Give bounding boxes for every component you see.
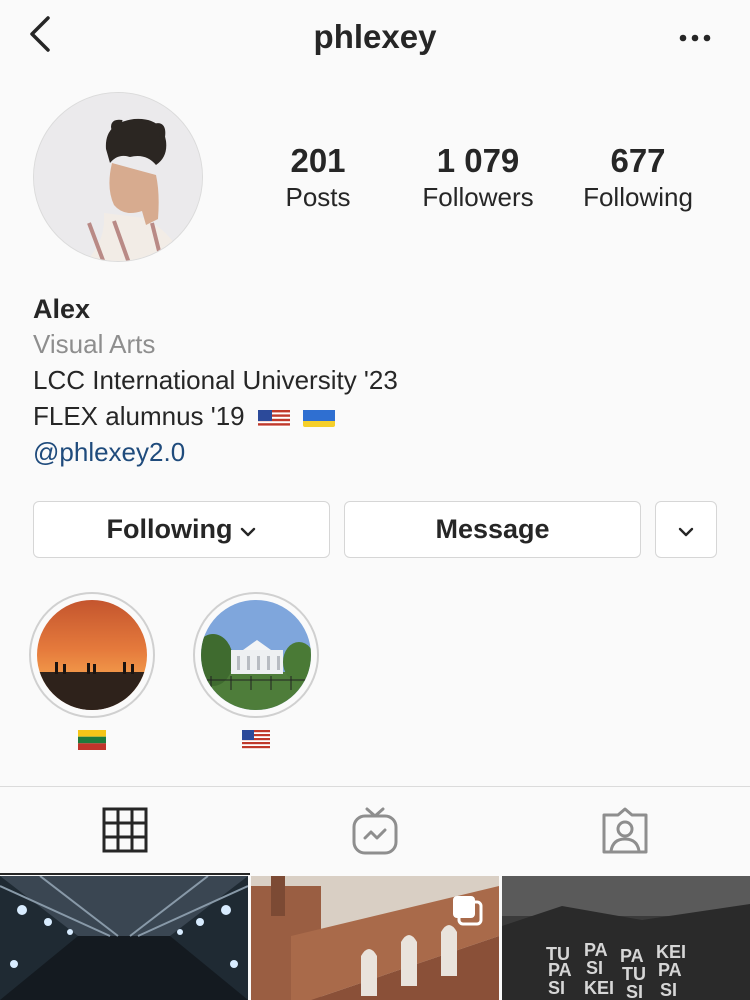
- bio-line-flex-text: FLEX alumnus '19: [33, 401, 245, 431]
- svg-text:SI: SI: [548, 978, 565, 998]
- following-button[interactable]: Following: [33, 501, 330, 558]
- story-highlight-usa[interactable]: [193, 592, 319, 754]
- svg-text:PA: PA: [584, 940, 608, 960]
- svg-text:PA: PA: [658, 960, 682, 980]
- highlight-cover-sunset: [37, 600, 147, 710]
- bio-line-flex: FLEX alumnus '19: [33, 398, 723, 434]
- following-button-label: Following: [106, 514, 233, 544]
- profile-username-title: phlexey: [313, 18, 437, 55]
- chevron-left-icon: [30, 16, 50, 52]
- chevron-down-icon: [240, 514, 256, 545]
- svg-text:PA: PA: [548, 960, 572, 980]
- posts-grid: TU PA PA KEI PA SI TU PA SI KEI SI SI: [0, 876, 750, 1000]
- grid-post-church[interactable]: [251, 876, 499, 1000]
- message-button-label: Message: [435, 514, 550, 544]
- followers-count-label: Followers: [422, 182, 534, 212]
- highlight-label: [29, 730, 155, 754]
- posts-count-value: 201: [290, 142, 346, 179]
- more-options-button[interactable]: [674, 20, 720, 56]
- grid-post-station[interactable]: [0, 876, 248, 1000]
- profile-bio: Alex Visual Arts LCC International Unive…: [33, 292, 723, 470]
- svg-text:SI: SI: [586, 958, 603, 978]
- ukraine-flag-icon: [303, 405, 336, 427]
- multiple-photos-icon: [453, 896, 483, 926]
- followers-count-value: 1 079: [436, 142, 520, 179]
- tab-posts-grid[interactable]: [0, 787, 250, 875]
- message-button[interactable]: Message: [344, 501, 641, 558]
- tv-icon: [352, 807, 398, 855]
- highlight-ring[interactable]: [29, 592, 155, 718]
- following-count[interactable]: 677 Following: [558, 142, 718, 214]
- usa-flag-icon: [257, 405, 290, 427]
- bio-line-university: LCC International University '23: [33, 365, 398, 395]
- following-count-label: Following: [583, 182, 693, 212]
- svg-text:KEI: KEI: [656, 942, 686, 962]
- top-bar: phlexey: [0, 0, 750, 78]
- profile-name: Alex: [33, 294, 91, 324]
- svg-text:TU: TU: [622, 964, 646, 984]
- svg-text:SI: SI: [660, 980, 677, 1000]
- chevron-down-icon: [678, 514, 694, 545]
- highlight-ring[interactable]: [193, 592, 319, 718]
- grid-icon: [102, 807, 148, 853]
- following-count-value: 677: [610, 142, 666, 179]
- profile-tabs: [0, 786, 750, 876]
- posts-count: 201 Posts: [238, 142, 398, 214]
- more-horizontal-icon: [679, 34, 711, 42]
- grid-post-graffiti[interactable]: TU PA PA KEI PA SI TU PA SI KEI SI SI: [502, 876, 750, 1000]
- profile-category: Visual Arts: [33, 329, 156, 359]
- usa-flag-icon: [242, 730, 270, 754]
- profile-avatar[interactable]: [33, 92, 203, 262]
- tab-igtv[interactable]: [250, 787, 500, 875]
- suggested-accounts-button[interactable]: [655, 501, 717, 558]
- highlight-label: [193, 730, 319, 754]
- svg-text:KEI: KEI: [584, 978, 614, 998]
- tagged-person-icon: [602, 807, 648, 854]
- tab-tagged[interactable]: [500, 787, 750, 875]
- followers-count[interactable]: 1 079 Followers: [398, 142, 558, 214]
- svg-text:SI: SI: [626, 982, 643, 1000]
- story-highlight-lithuania[interactable]: [29, 592, 155, 754]
- svg-text:PA: PA: [620, 946, 644, 966]
- back-button[interactable]: [22, 14, 62, 58]
- posts-count-label: Posts: [285, 182, 351, 212]
- bio-mention-link[interactable]: @phlexey2.0: [33, 434, 723, 470]
- avatar-photo: [34, 93, 202, 261]
- highlight-cover-white-house: [201, 600, 311, 710]
- lithuania-flag-icon: [78, 730, 106, 754]
